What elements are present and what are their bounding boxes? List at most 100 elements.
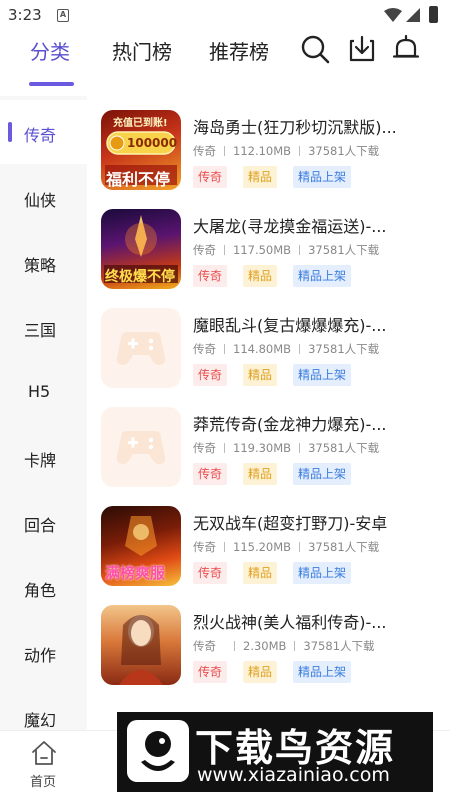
game-size: 119.30MB <box>233 441 292 455</box>
game-genre: 传奇 <box>193 144 216 158</box>
game-thumbnail-placeholder <box>101 308 181 388</box>
sidebar-item-xianxia[interactable]: 仙侠 <box>0 165 87 229</box>
game-meta: 传奇 112.10MB 37581人下载 <box>193 143 379 159</box>
active-tab-indicator <box>29 82 74 86</box>
sidebar-item-label: 魔幻 <box>24 711 57 730</box>
game-genre: 传奇 <box>193 243 216 257</box>
game-meta: 传奇 115.20MB 37581人下载 <box>193 539 379 555</box>
gamepad-icon <box>116 431 166 464</box>
game-list-item[interactable]: 烈火战神(美人福利传奇)-... 传奇 2.30MB 37581人下载 传奇 精品 … <box>87 593 450 693</box>
game-meta: 传奇 117.50MB 37581人下载 <box>193 242 379 258</box>
game-size: 2.30MB <box>243 639 287 653</box>
game-size: 112.10MB <box>233 144 292 158</box>
nav-home-label[interactable]: 首页 <box>30 771 56 790</box>
status-bar: 3:23 A <box>0 0 450 30</box>
status-time: 3:23 <box>8 6 42 24</box>
tag-featured: 精品上架 <box>293 265 352 287</box>
game-thumbnail: 满榜爽服 <box>101 506 181 586</box>
game-title[interactable]: 大屠龙(寻龙摸金福运送)-... <box>193 213 443 237</box>
game-thumbnail <box>101 605 181 685</box>
thumb-caption: 100000 <box>127 136 178 150</box>
game-list: 充值已到账! 100000 福利不停 海岛勇士(狂刀秒切沉默版)... 传奇 11… <box>87 96 450 730</box>
search-icon[interactable] <box>299 33 331 65</box>
watermark-url: www.xiazainiao.com <box>197 764 390 786</box>
tag-genre: 传奇 <box>193 463 228 485</box>
game-meta: 传奇 114.80MB 37581人下载 <box>193 341 379 357</box>
tab-recommend-ranking[interactable]: 推荐榜 <box>209 36 269 65</box>
thumb-caption: 满榜爽服 <box>105 564 166 582</box>
game-downloads: 37581人下载 <box>308 540 380 554</box>
game-list-item[interactable]: 满榜爽服 无双战车(超变打野刀)-安卓 传奇 115.20MB 37581人下载 传… <box>87 494 450 594</box>
game-list-item[interactable]: 终极爆不停 大屠龙(寻龙摸金福运送)-... 传奇 117.50MB 37581人下… <box>87 197 450 297</box>
home-icon[interactable] <box>30 739 58 767</box>
game-list-item[interactable]: 莽荒传奇(金龙神力爆充)-... 传奇 119.30MB 37581人下载 传奇 精… <box>87 395 450 495</box>
tag-genre: 传奇 <box>193 265 228 287</box>
tag-genre: 传奇 <box>193 364 228 386</box>
sidebar-item-juese[interactable]: 角色 <box>0 555 87 619</box>
tag-quality: 精品 <box>243 265 278 287</box>
tag-genre: 传奇 <box>193 661 228 683</box>
game-size: 114.80MB <box>233 342 292 356</box>
game-title[interactable]: 无双战车(超变打野刀)-安卓 <box>193 510 443 534</box>
game-genre: 传奇 <box>193 342 216 356</box>
thumb-caption: 终极爆不停 <box>105 269 175 285</box>
tag-featured: 精品上架 <box>293 166 352 188</box>
tag-quality: 精品 <box>243 166 278 188</box>
download-icon[interactable] <box>346 33 378 65</box>
game-downloads: 37581人下载 <box>308 441 380 455</box>
sidebar-item-label: 策略 <box>24 256 57 275</box>
sidebar-item-label: 动作 <box>24 646 57 665</box>
game-title[interactable]: 莽荒传奇(金龙神力爆充)-... <box>193 411 443 435</box>
tab-category[interactable]: 分类 <box>30 36 70 65</box>
sidebar-item-mohuan[interactable]: 魔幻 <box>0 685 87 730</box>
tag-featured: 精品上架 <box>293 562 352 584</box>
game-genre: 传奇 <box>193 639 216 653</box>
tab-hot-ranking[interactable]: 热门榜 <box>112 36 172 65</box>
sidebar-item-label: 三国 <box>24 321 57 340</box>
tag-genre: 传奇 <box>193 166 228 188</box>
game-thumbnail-placeholder <box>101 407 181 487</box>
tag-genre: 传奇 <box>193 562 228 584</box>
game-genre: 传奇 <box>193 441 216 455</box>
active-category-indicator <box>8 122 12 142</box>
wifi-icon <box>384 8 402 22</box>
bird-logo-icon <box>127 720 189 782</box>
thumb-caption: 福利不停 <box>106 170 171 189</box>
battery-icon <box>429 6 438 23</box>
sidebar-item-h5[interactable]: H5 <box>0 360 87 424</box>
sidebar-item-huihe[interactable]: 回合 <box>0 490 87 554</box>
tag-featured: 精品上架 <box>293 463 352 485</box>
game-meta: 传奇 119.30MB 37581人下载 <box>193 440 379 456</box>
thumb-caption: 充值已到账! <box>113 118 168 129</box>
game-list-item[interactable]: 魔眼乱斗(复古爆爆爆充)-... 传奇 114.80MB 37581人下载 传奇 精… <box>87 296 450 396</box>
game-title[interactable]: 海岛勇士(狂刀秒切沉默版)... <box>193 114 443 138</box>
game-genre: 传奇 <box>193 540 216 554</box>
sidebar-item-sanguo[interactable]: 三国 <box>0 295 87 359</box>
game-title[interactable]: 烈火战神(美人福利传奇)-... <box>193 609 443 633</box>
tag-quality: 精品 <box>243 661 278 683</box>
game-list-item[interactable]: 充值已到账! 100000 福利不停 海岛勇士(狂刀秒切沉默版)... 传奇 11… <box>87 98 450 198</box>
game-downloads: 37581人下载 <box>308 144 380 158</box>
sidebar-item-label: 角色 <box>24 581 57 600</box>
game-size: 117.50MB <box>233 243 292 257</box>
sidebar-item-label: 仙侠 <box>24 191 57 210</box>
game-meta: 传奇 2.30MB 37581人下载 <box>193 638 375 654</box>
sidebar-item-label: 回合 <box>24 516 57 535</box>
tag-quality: 精品 <box>243 562 278 584</box>
sidebar-item-chuanqi[interactable]: 传奇 <box>0 100 87 164</box>
sim-card-icon: A <box>57 9 69 22</box>
sidebar-item-label: 传奇 <box>24 126 57 145</box>
game-title[interactable]: 魔眼乱斗(复古爆爆爆充)-... <box>193 312 443 336</box>
tag-featured: 精品上架 <box>293 364 352 386</box>
sidebar-item-dongzuo[interactable]: 动作 <box>0 620 87 684</box>
bell-icon[interactable] <box>390 33 422 65</box>
sidebar-item-kapai[interactable]: 卡牌 <box>0 425 87 489</box>
game-downloads: 37581人下载 <box>308 342 380 356</box>
gamepad-icon <box>116 332 166 365</box>
tag-quality: 精品 <box>243 463 278 485</box>
game-thumbnail: 充值已到账! 100000 福利不停 <box>101 110 181 190</box>
watermark-banner: 下载鸟资源 www.xiazainiao.com <box>117 712 433 792</box>
sidebar-item-celue[interactable]: 策略 <box>0 230 87 294</box>
top-header: 分类 热门榜 推荐榜 <box>0 30 450 90</box>
sidebar-item-label: H5 <box>28 382 51 401</box>
